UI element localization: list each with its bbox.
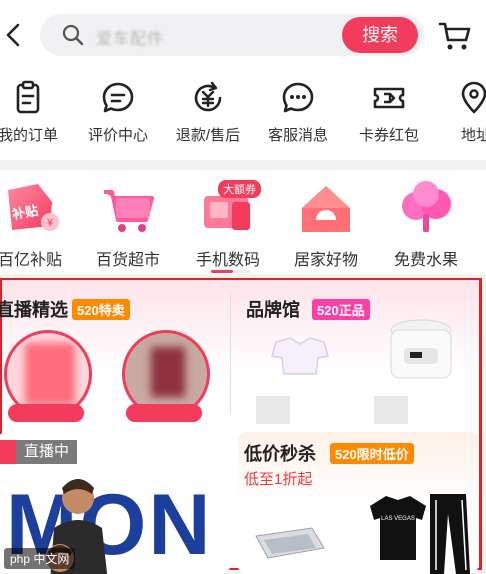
location-icon	[461, 81, 486, 114]
brand-logo-2	[374, 396, 408, 424]
brand-logo-1	[256, 396, 290, 424]
order-item-service[interactable]: 客服消息	[250, 80, 346, 145]
flash-sale-card[interactable]: 低价秒杀 520限时低价 低至1折起 LAS VEGAS	[238, 432, 478, 574]
order-item-label: 地址	[461, 127, 486, 144]
search-icon	[62, 24, 84, 46]
back-arrow-icon[interactable]	[2, 22, 28, 48]
watermark: php 中文网	[4, 548, 76, 569]
order-item-refund[interactable]: 退款/售后	[160, 80, 256, 145]
live-pill-2	[126, 404, 202, 422]
promo-section: 直播精选 520特卖 品牌馆 520正品 直播中 IMON php 中文网 低价…	[0, 278, 482, 574]
clothing-set-image: LAS VEGAS	[370, 494, 470, 574]
svg-text:¥: ¥	[46, 217, 54, 229]
live-indicator	[0, 440, 16, 464]
search-input[interactable]: 爱车配件	[96, 25, 164, 49]
top-bar: 爱车配件 搜索	[0, 0, 486, 72]
category-subsidy[interactable]: ¥ 补贴 百亿补贴	[0, 180, 78, 269]
clothing-product-image	[271, 337, 329, 375]
shopping-cart-icon	[104, 190, 154, 232]
brand-tag: 520正品	[312, 299, 370, 320]
order-item-label: 客服消息	[267, 127, 328, 144]
order-item-coupons[interactable]: 卡券红包	[341, 80, 437, 145]
live-badge: 直播中	[16, 440, 78, 464]
live-pick-card[interactable]: 直播精选 520特卖	[0, 286, 228, 424]
brand-card[interactable]: 品牌馆 520正品	[240, 286, 476, 424]
category-label: 百亿补贴	[0, 252, 62, 269]
live-pill-1	[8, 404, 84, 422]
live-pick-title: 直播精选	[0, 300, 68, 320]
category-label: 居家好物	[293, 252, 358, 269]
chat-icon	[282, 82, 314, 113]
ticket-icon	[373, 87, 405, 109]
category-digital[interactable]: 大额券 手机数码	[180, 180, 276, 269]
category-fruit[interactable]: 免费水果	[378, 180, 474, 269]
category-supermarket[interactable]: 百货超市	[80, 180, 176, 269]
brand-title: 品牌馆	[246, 300, 300, 320]
order-item-reviews[interactable]: 评价中心	[70, 80, 166, 145]
order-item-label: 卡券红包	[358, 127, 419, 144]
live-pick-tag: 520特卖	[72, 299, 130, 320]
category-home[interactable]: 居家好物	[278, 180, 374, 269]
comment-icon	[102, 82, 134, 113]
order-item-my-orders[interactable]: 我的订单	[0, 80, 76, 145]
order-shortcuts: 我的订单 评价中心 退款/售后 客服消息 卡券红包 地址	[0, 72, 486, 160]
divider	[230, 294, 231, 414]
cart-icon[interactable]	[438, 20, 472, 52]
order-item-label: 我的订单	[0, 127, 58, 144]
cooker-product-image	[390, 319, 452, 379]
coupon-badge: 大额券	[218, 180, 261, 198]
flash-sale-title: 低价秒杀	[244, 444, 316, 464]
order-item-label: 评价中心	[87, 127, 148, 144]
flash-sale-tag: 520限时低价	[330, 443, 414, 464]
category-label: 百货超市	[95, 252, 160, 269]
sink-product-image	[255, 527, 325, 559]
order-item-label: 退款/售后	[175, 127, 241, 144]
flash-sale-subtitle: 低至1折起	[244, 471, 313, 488]
category-label: 手机数码	[195, 252, 260, 269]
category-shortcuts: ¥ 补贴 百亿补贴 百货超市 大额券 手机数码 居家好物 免费水果	[0, 170, 486, 274]
search-bar[interactable]: 爱车配件 搜索	[40, 14, 424, 56]
house-icon	[302, 186, 350, 232]
category-label: 免费水果	[393, 252, 458, 269]
order-item-address[interactable]: 地址	[430, 80, 486, 145]
search-button[interactable]: 搜索	[342, 17, 418, 53]
svg-text:LAS VEGAS: LAS VEGAS	[381, 516, 415, 522]
category-scroll-indicator	[211, 270, 251, 273]
tree-icon	[402, 181, 451, 232]
clipboard-icon	[16, 80, 40, 114]
refund-icon	[194, 81, 222, 112]
